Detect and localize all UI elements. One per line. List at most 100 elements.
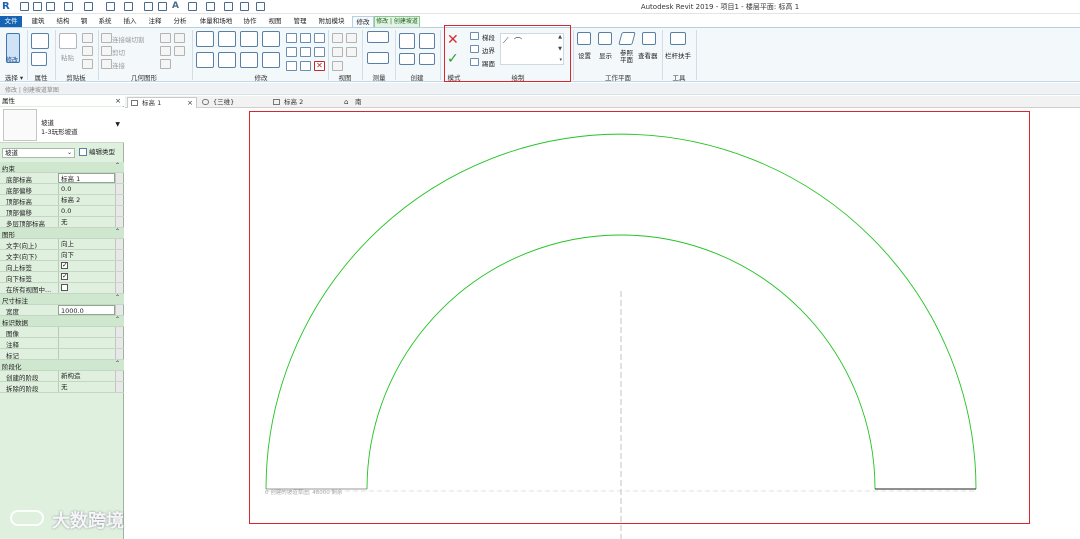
- cut-geometry-icon[interactable]: [101, 46, 112, 56]
- instance-filter-select[interactable]: 坡道 ⌄: [2, 148, 75, 158]
- collapse-icon[interactable]: ⌃: [115, 162, 120, 169]
- collapse-icon[interactable]: ⌃: [115, 228, 120, 235]
- close-hidden-icon[interactable]: [240, 2, 249, 11]
- property-value[interactable]: 标高 2: [58, 195, 115, 205]
- set-label[interactable]: 设置: [578, 50, 591, 60]
- undo-icon[interactable]: [64, 2, 73, 11]
- property-value[interactable]: 向下: [58, 250, 115, 260]
- tab-file[interactable]: 文件: [0, 16, 22, 27]
- collapse-icon[interactable]: ⌃: [115, 294, 120, 301]
- tab-level-1[interactable]: 标高 1 ×: [127, 97, 197, 108]
- property-row[interactable]: 标记: [0, 349, 124, 360]
- show-workplane-icon[interactable]: [598, 32, 612, 45]
- tag-icon[interactable]: [158, 2, 167, 11]
- tab-view[interactable]: 视图: [265, 16, 285, 27]
- property-row[interactable]: 宽度 1000.0: [0, 305, 124, 316]
- thin-lines-view-icon[interactable]: [332, 61, 343, 71]
- match-type-icon[interactable]: [82, 59, 93, 69]
- offset-icon[interactable]: [218, 31, 236, 47]
- rotate-icon[interactable]: [240, 52, 258, 68]
- viewer-label[interactable]: 查看器: [638, 50, 658, 60]
- view-filter-icon[interactable]: [346, 47, 357, 57]
- remove-paint-icon[interactable]: [160, 59, 171, 69]
- trim-extend-icon[interactable]: [262, 52, 280, 68]
- cope-label[interactable]: 连接端切割: [112, 34, 145, 44]
- property-value[interactable]: 向上: [58, 239, 115, 249]
- set-workplane-icon[interactable]: [577, 32, 591, 45]
- tab-modify-create-ramp-sketch[interactable]: 修改 | 创建坡道草图: [374, 16, 420, 35]
- thin-lines-icon[interactable]: [224, 2, 233, 11]
- demolish-icon[interactable]: [174, 46, 185, 56]
- scale-icon[interactable]: [300, 47, 311, 57]
- chevron-down-icon[interactable]: ▼: [115, 121, 120, 128]
- property-value[interactable]: [58, 283, 115, 293]
- join-icon[interactable]: [101, 59, 112, 69]
- property-value[interactable]: 0.0: [58, 206, 115, 216]
- text-icon[interactable]: A: [172, 2, 181, 11]
- property-row[interactable]: 创建的阶段 新构造: [0, 371, 124, 382]
- property-checkbox[interactable]: [61, 271, 68, 281]
- property-row[interactable]: 顶部标高 标高 2: [0, 195, 124, 206]
- select-panel-label[interactable]: 选择 ▾: [3, 72, 25, 82]
- collapse-icon[interactable]: ⌃: [115, 360, 120, 367]
- type-properties-icon[interactable]: [31, 52, 47, 66]
- tab-collaborate[interactable]: 协作: [240, 16, 260, 27]
- create-group-icon[interactable]: [399, 53, 415, 65]
- paint-icon[interactable]: [160, 46, 171, 56]
- wall-joins-icon[interactable]: [160, 33, 171, 43]
- property-checkbox[interactable]: [61, 284, 68, 291]
- section-icon[interactable]: [206, 2, 215, 11]
- property-value[interactable]: [58, 338, 115, 348]
- dimension-icon[interactable]: [144, 2, 153, 11]
- array-icon[interactable]: [286, 47, 297, 57]
- hide-icon[interactable]: [332, 33, 343, 43]
- create-parts-icon[interactable]: [419, 33, 435, 49]
- drawing-area[interactable]: 0 创建的坡道草图, 48000 剩余: [125, 109, 1080, 539]
- open-icon[interactable]: [20, 2, 29, 11]
- tab-insert[interactable]: 插入: [120, 16, 140, 27]
- reference-plane-icon[interactable]: [618, 32, 636, 45]
- pin-icon[interactable]: [314, 33, 325, 43]
- property-value[interactable]: [58, 349, 115, 359]
- property-row[interactable]: 顶部偏移 0.0: [0, 206, 124, 217]
- mirror-draw-icon[interactable]: [262, 31, 280, 47]
- align-icon[interactable]: [196, 31, 214, 47]
- cope-icon[interactable]: [101, 33, 112, 43]
- property-value[interactable]: [58, 260, 115, 271]
- tab-steel[interactable]: 钢: [77, 16, 91, 27]
- join-label[interactable]: 连接: [112, 60, 125, 70]
- tab-systems[interactable]: 系统: [95, 16, 115, 27]
- edit-type-button[interactable]: 编辑类型: [79, 147, 122, 158]
- property-value[interactable]: 无: [58, 382, 115, 392]
- property-group-header[interactable]: 约束 ⌃: [0, 162, 124, 173]
- create-similar-icon[interactable]: [419, 53, 435, 65]
- property-checkbox[interactable]: [61, 260, 68, 270]
- measure-icon[interactable]: [124, 2, 133, 11]
- delete-icon[interactable]: ✕: [314, 61, 325, 71]
- show-label[interactable]: 显示: [599, 50, 612, 60]
- copy-icon[interactable]: [82, 33, 93, 43]
- tab-3d[interactable]: {三维}: [199, 97, 267, 108]
- split-gap-icon[interactable]: [300, 33, 311, 43]
- property-group-header[interactable]: 图形 ⌃: [0, 228, 124, 239]
- sync-icon[interactable]: [46, 2, 55, 11]
- print-icon[interactable]: [106, 2, 115, 11]
- tab-south[interactable]: ⌂ 南: [341, 97, 391, 108]
- linework-icon[interactable]: [332, 47, 343, 57]
- property-row[interactable]: 在所有视图中...: [0, 283, 124, 294]
- split-face-icon[interactable]: [174, 33, 185, 43]
- property-value[interactable]: [58, 271, 115, 282]
- save-icon[interactable]: [33, 2, 42, 11]
- tab-massing-site[interactable]: 体量和场地: [196, 16, 236, 27]
- trim-multiple-icon[interactable]: [300, 61, 311, 71]
- property-row[interactable]: 图像: [0, 327, 124, 338]
- property-value[interactable]: 新构造: [58, 371, 115, 381]
- type-selector[interactable]: 坡道 1-3玩形坡道 ▼: [0, 107, 124, 143]
- switch-windows-icon[interactable]: [256, 2, 265, 11]
- cut-clipboard-icon[interactable]: [82, 46, 93, 56]
- property-value[interactable]: [58, 327, 115, 337]
- mirror-axis-icon[interactable]: [240, 31, 258, 47]
- paste-icon[interactable]: [59, 33, 77, 49]
- property-group-header[interactable]: 尺寸标注 ⌃: [0, 294, 124, 305]
- 3d-view-icon[interactable]: [188, 2, 197, 11]
